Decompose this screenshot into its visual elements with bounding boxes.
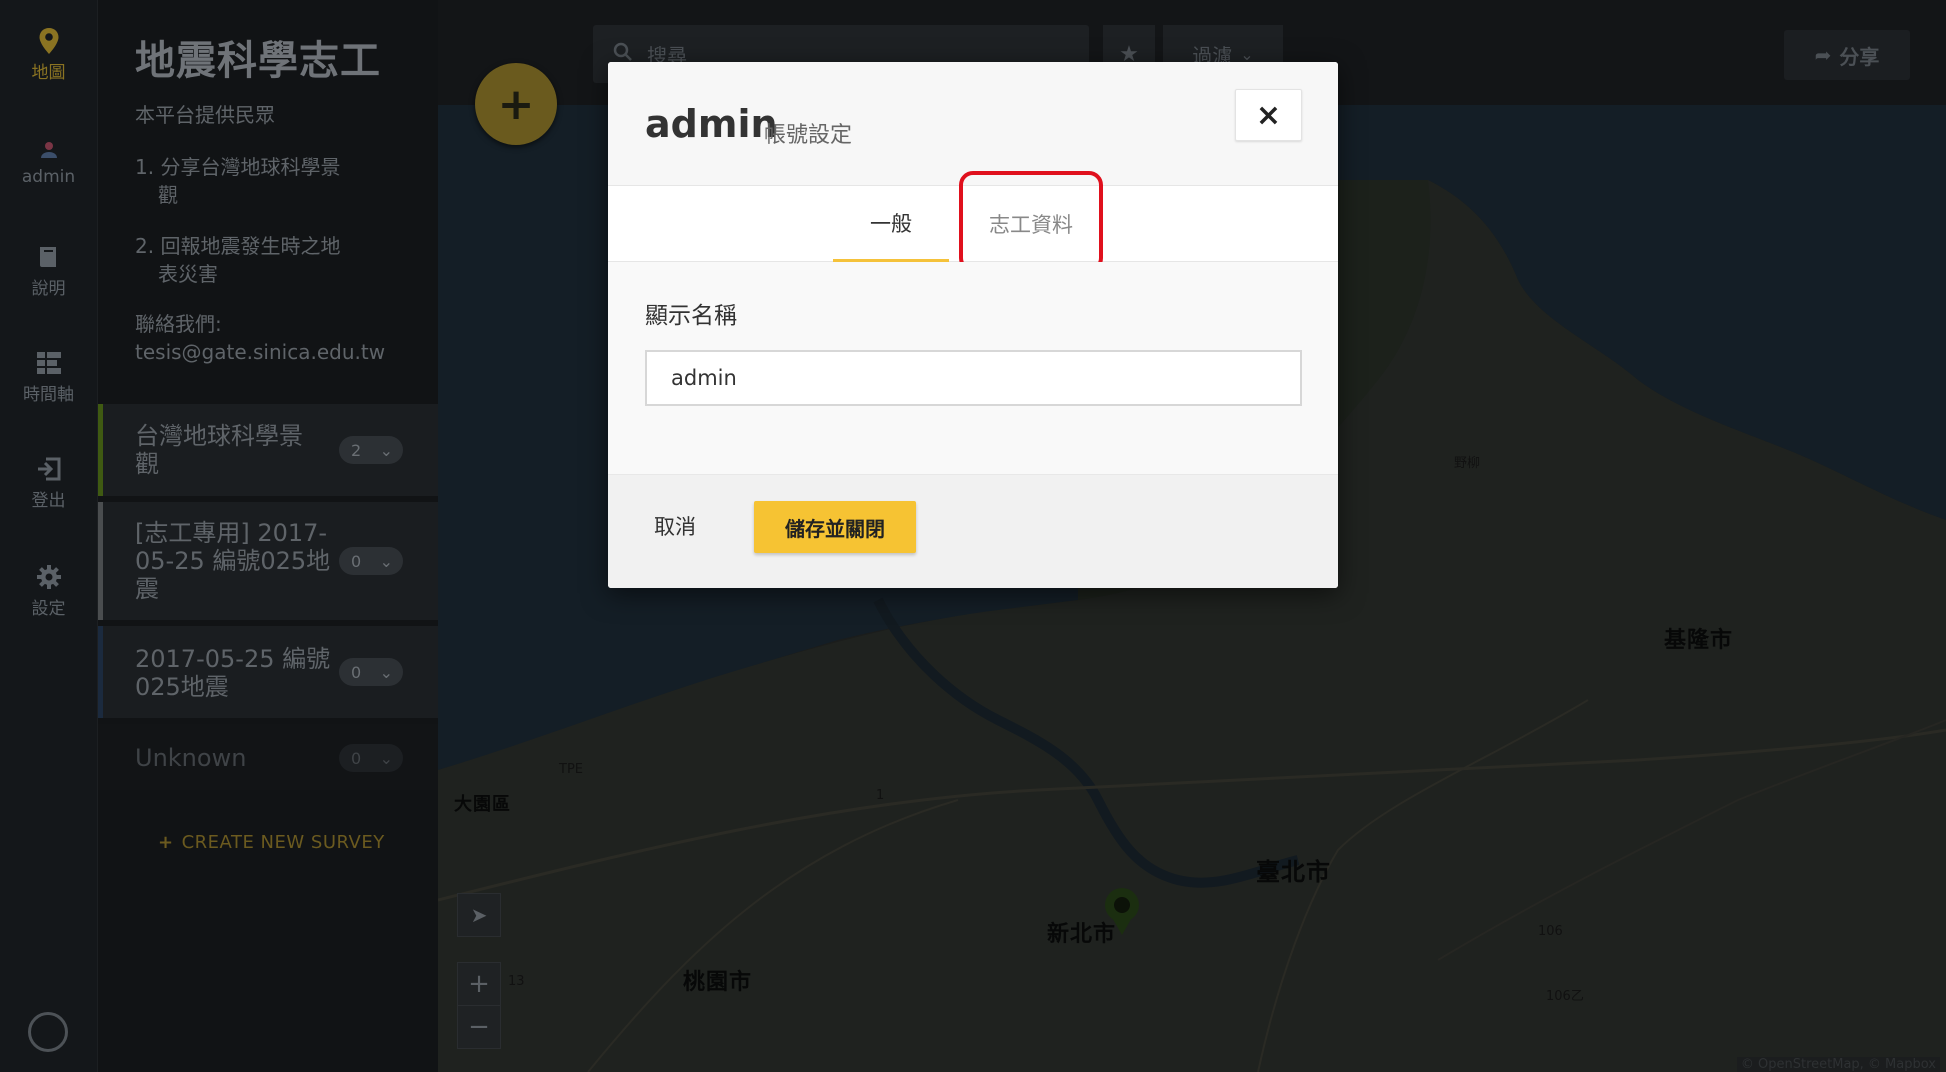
tab-general[interactable]: 一般 [833, 186, 949, 262]
modal-footer: 取消 儲存並關閉 [608, 474, 1338, 588]
survey-count-dropdown[interactable]: 0 ⌄ [339, 547, 403, 575]
book-icon [38, 240, 60, 274]
cancel-button[interactable]: 取消 [654, 511, 696, 541]
chevron-down-icon: ⌄ [1240, 44, 1254, 64]
map-label-yeliu: 野柳 [1454, 456, 1481, 471]
contact-label: 聯絡我們: [135, 312, 222, 336]
display-name-label: 顯示名稱 [645, 303, 737, 329]
survey-item[interactable]: Unknown 0 ⌄ [98, 724, 439, 790]
close-button[interactable]: × [1235, 89, 1302, 141]
survey-color-bar [98, 404, 103, 496]
survey-color-bar [98, 502, 103, 620]
map-route-106b: 106乙 [1546, 989, 1584, 1004]
logout-icon [36, 452, 62, 486]
rail-label: 登出 [31, 491, 66, 511]
locate-button[interactable]: ➤ [457, 893, 501, 937]
map-route-1: 1 [876, 788, 885, 803]
plus-icon: + [497, 78, 535, 130]
modal-tabs: 一般 志工資料 [608, 186, 1338, 262]
icon-rail: 地圖 admin 說明 時間軸 登出 設定 [0, 0, 97, 1072]
rail-item-help[interactable]: 說明 [0, 240, 97, 299]
contact-email[interactable]: tesis@gate.sinica.edu.tw [135, 338, 385, 366]
timeline-icon [36, 346, 62, 380]
map-label-keelung: 基隆市 [1664, 628, 1734, 653]
chevron-down-icon: ⌄ [379, 440, 393, 460]
survey-name: 2017-05-25 編號 025地震 [135, 645, 331, 701]
navigation-arrow-icon: ➤ [470, 903, 488, 927]
map-route-106: 106 [1538, 924, 1563, 939]
rail-item-settings[interactable]: 設定 [0, 560, 97, 619]
modal-header: admin 帳號設定 × [608, 62, 1338, 186]
survey-count-dropdown[interactable]: 2 ⌄ [339, 436, 403, 464]
survey-item[interactable]: 2017-05-25 編號 025地震 0 ⌄ [98, 626, 439, 718]
gear-icon [36, 560, 62, 594]
share-label: 分享 [1839, 44, 1880, 69]
modal-subtitle: 帳號設定 [764, 123, 853, 148]
rail-item-map[interactable]: 地圖 [0, 24, 97, 83]
map-label-tpe: TPE [559, 762, 583, 777]
map-label-taipei: 臺北市 [1256, 858, 1331, 886]
rail-label: 時間軸 [23, 385, 74, 405]
survey-count-dropdown[interactable]: 0 ⌄ [339, 658, 403, 686]
chevron-down-icon: ⌄ [379, 748, 393, 768]
tab-volunteer-info[interactable]: 志工資料 [971, 186, 1091, 262]
modal-title: admin [645, 102, 778, 146]
share-button[interactable]: ➦ 分享 [1784, 30, 1910, 80]
save-and-close-button[interactable]: 儲存並關閉 [754, 501, 916, 553]
map-route-13: 13 [508, 974, 525, 989]
map-label-newtaipei: 新北市 [1047, 922, 1117, 947]
minus-icon: − [468, 1012, 490, 1042]
create-survey-button[interactable]: + CREATE NEW SURVEY [158, 832, 385, 853]
sidebar-title: 地震科學志工 [135, 38, 381, 84]
rail-item-admin[interactable]: admin [0, 133, 97, 187]
user-icon [37, 133, 61, 167]
app-root: 地圖 admin 說明 時間軸 登出 設定 地震科學志工 本平台提供民眾 1. … [0, 0, 1946, 1072]
survey-name: Unknown [135, 744, 247, 772]
rail-label: admin [21, 167, 76, 187]
survey-item[interactable]: [志工專用] 2017- 05-25 編號025地震 0 ⌄ [98, 502, 439, 620]
map-pin-icon [38, 24, 60, 58]
sidebar: 地震科學志工 本平台提供民眾 1. 分享台灣地球科學景 觀 2. 回報地震發生時… [97, 0, 439, 1072]
rail-label: 說明 [31, 279, 66, 299]
sidebar-list-item: 1. 分享台灣地球科學景 [135, 155, 341, 179]
survey-count-dropdown[interactable]: 0 ⌄ [339, 744, 403, 772]
chevron-down-icon: ⌄ [379, 662, 393, 682]
sidebar-list-item: 觀 [158, 183, 178, 207]
rail-item-logout[interactable]: 登出 [0, 452, 97, 511]
sidebar-list-item: 2. 回報地震發生時之地 [135, 234, 341, 258]
zoom-in-button[interactable]: + [457, 962, 501, 1006]
display-name-input[interactable] [645, 350, 1302, 406]
plus-icon: + [158, 832, 174, 853]
zoom-out-button[interactable]: − [457, 1005, 501, 1049]
share-icon: ➦ [1814, 43, 1832, 67]
plus-icon: + [468, 969, 490, 999]
add-post-button[interactable]: + [475, 63, 557, 145]
map-label-taoyuan: 桃園市 [683, 970, 753, 995]
survey-color-bar [98, 626, 103, 718]
sidebar-intro: 本平台提供民眾 [135, 103, 275, 127]
account-settings-modal: admin 帳號設定 × 一般 志工資料 顯示名稱 取消 儲存並關閉 [608, 62, 1338, 588]
chevron-down-icon: ⌄ [379, 551, 393, 571]
rail-label: 地圖 [31, 63, 66, 83]
modal-body: 顯示名稱 [608, 262, 1338, 474]
sidebar-list-item: 表災害 [158, 262, 218, 286]
globe-icon[interactable] [28, 1012, 68, 1052]
survey-name: [志工專用] 2017- 05-25 編號025地震 [135, 519, 331, 603]
survey-item[interactable]: 台灣地球科學景觀 2 ⌄ [98, 404, 439, 496]
close-icon: × [1255, 97, 1282, 133]
rail-item-timeline[interactable]: 時間軸 [0, 346, 97, 405]
map-attribution[interactable]: © OpenStreetMap, © Mapbox [1736, 1057, 1940, 1072]
survey-name: 台灣地球科學景觀 [135, 422, 303, 478]
map-label-dayuan: 大園區 [454, 794, 511, 815]
rail-label: 設定 [31, 599, 66, 619]
